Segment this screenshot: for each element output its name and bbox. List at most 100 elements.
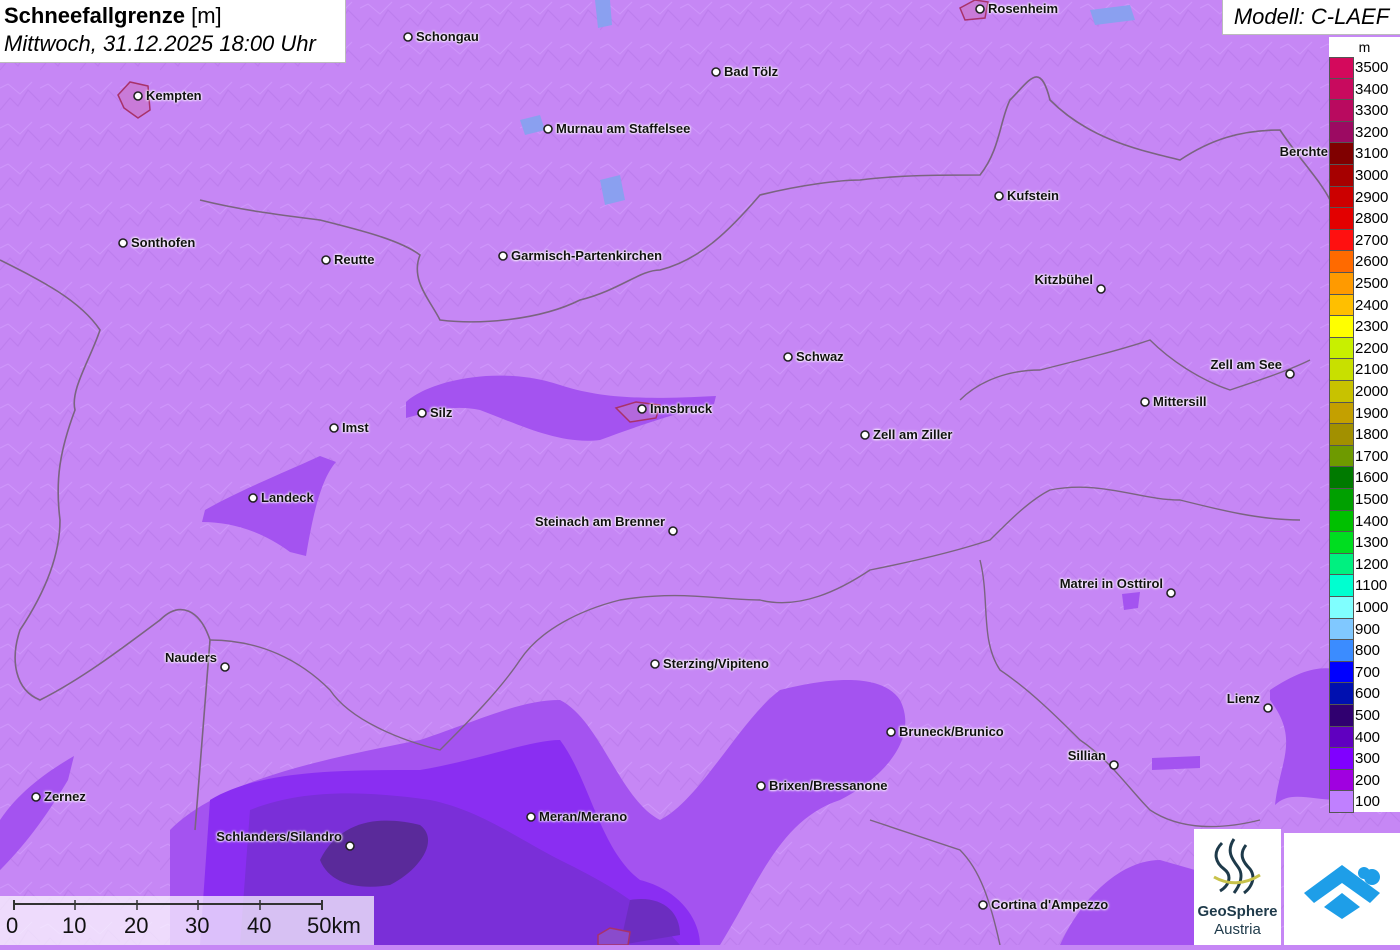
legend-swatch	[1329, 640, 1354, 662]
city-marker-silz[interactable]	[417, 408, 427, 418]
city-label-landeck[interactable]: Landeck	[261, 490, 314, 505]
city-marker-bad-t-lz[interactable]	[711, 67, 721, 77]
legend-swatch	[1329, 337, 1354, 360]
city-marker-sonthofen[interactable]	[118, 238, 128, 248]
title-box: Schneefallgrenze [m] Mittwoch, 31.12.202…	[0, 0, 346, 63]
city-label-rosenheim[interactable]: Rosenheim	[988, 1, 1058, 16]
city-label-zernez[interactable]: Zernez	[44, 789, 86, 804]
city-label-zell-am-ziller[interactable]: Zell am Ziller	[873, 427, 952, 442]
legend-level-2900: 2900	[1329, 186, 1400, 209]
city-marker-cortina-d-ampezzo[interactable]	[978, 900, 988, 910]
weather-app-logo[interactable]	[1284, 833, 1400, 945]
city-label-reutte[interactable]: Reutte	[334, 252, 374, 267]
legend-level-100: 100	[1329, 791, 1400, 813]
legend-swatch	[1329, 294, 1354, 317]
legend-label: 900	[1355, 620, 1381, 638]
legend-swatch	[1329, 467, 1354, 489]
city-label-sterzing-vipiteno[interactable]: Sterzing/Vipiteno	[663, 656, 769, 671]
scale-tick-0: 0	[6, 913, 19, 938]
city-label-sonthofen[interactable]: Sonthofen	[131, 235, 195, 250]
city-label-bruneck-brunico[interactable]: Bruneck/Brunico	[899, 724, 1004, 739]
city-label-schwaz[interactable]: Schwaz	[796, 349, 844, 364]
city-marker-garmisch-partenkirchen[interactable]	[498, 251, 508, 261]
city-marker-steinach-am-brenner[interactable]	[668, 526, 678, 536]
legend-swatch	[1329, 316, 1354, 338]
legend-swatch	[1329, 229, 1354, 252]
legend-level-600: 600	[1329, 683, 1400, 705]
city-label-murnau-am-staffelsee[interactable]: Murnau am Staffelsee	[556, 121, 690, 136]
city-marker-landeck[interactable]	[248, 493, 258, 503]
legend-swatch	[1329, 143, 1354, 165]
legend-level-3400: 3400	[1329, 78, 1400, 101]
city-marker-rosenheim[interactable]	[975, 4, 985, 14]
legend-level-1100: 1100	[1329, 575, 1400, 597]
legend-swatch	[1329, 769, 1354, 792]
city-marker-schwaz[interactable]	[783, 352, 793, 362]
city-label-steinach-am-brenner[interactable]: Steinach am Brenner	[535, 514, 665, 529]
city-label-zell-am-see[interactable]: Zell am See	[1210, 357, 1282, 372]
city-label-silz[interactable]: Silz	[430, 405, 452, 420]
city-label-garmisch-partenkirchen[interactable]: Garmisch-Partenkirchen	[511, 248, 662, 263]
city-marker-lienz[interactable]	[1263, 703, 1273, 713]
legend-level-2700: 2700	[1329, 229, 1400, 252]
city-label-matrei-in-osttirol[interactable]: Matrei in Osttirol	[1060, 576, 1163, 591]
legend-label: 1800	[1355, 426, 1389, 444]
legend-swatch	[1329, 121, 1354, 144]
city-marker-schongau[interactable]	[403, 32, 413, 42]
city-label-cortina-d-ampezzo[interactable]: Cortina d'Ampezzo	[991, 897, 1108, 912]
city-marker-schlanders-silandro[interactable]	[345, 841, 355, 851]
city-marker-meran-merano[interactable]	[526, 812, 536, 822]
city-marker-zernez[interactable]	[31, 792, 41, 802]
city-marker-sillian[interactable]	[1109, 760, 1119, 770]
geosphere-logo-icon	[1213, 838, 1261, 895]
legend-label: 2700	[1355, 231, 1389, 249]
city-marker-matrei-in-osttirol[interactable]	[1166, 588, 1176, 598]
city-label-kitzb-hel[interactable]: Kitzbühel	[1035, 272, 1094, 287]
city-label-nauders[interactable]: Nauders	[165, 650, 217, 665]
city-marker-imst[interactable]	[329, 423, 339, 433]
city-label-imst[interactable]: Imst	[342, 420, 369, 435]
scale-tick-10: 10	[62, 913, 87, 938]
legend-label: 2200	[1355, 339, 1389, 357]
legend-level-1700: 1700	[1329, 445, 1400, 468]
city-marker-murnau-am-staffelsee[interactable]	[543, 124, 553, 134]
city-label-schongau[interactable]: Schongau	[416, 29, 479, 44]
geosphere-logo[interactable]: GeoSphere Austria	[1194, 829, 1281, 945]
legend-level-2000: 2000	[1329, 381, 1400, 403]
city-label-berchte[interactable]: Berchte	[1280, 144, 1328, 159]
city-marker-kitzb-hel[interactable]	[1096, 284, 1106, 294]
city-label-lienz[interactable]: Lienz	[1227, 691, 1260, 706]
city-label-sillian[interactable]: Sillian	[1068, 748, 1106, 763]
city-marker-kempten[interactable]	[133, 91, 143, 101]
legend-level-1900: 1900	[1329, 402, 1400, 425]
snowfall-limit-map[interactable]	[0, 0, 1400, 945]
city-marker-reutte[interactable]	[321, 255, 331, 265]
scale-bar: 0 10 20 30 40 50km	[0, 896, 374, 945]
city-label-brixen-bressanone[interactable]: Brixen/Bressanone	[769, 778, 888, 793]
legend-level-3100: 3100	[1329, 143, 1400, 165]
legend-swatch	[1329, 489, 1354, 511]
legend-swatch	[1329, 445, 1354, 468]
city-label-mittersill[interactable]: Mittersill	[1153, 394, 1206, 409]
legend-label: 3000	[1355, 167, 1389, 184]
city-marker-innsbruck[interactable]	[637, 404, 647, 414]
city-marker-zell-am-ziller[interactable]	[860, 430, 870, 440]
scale-tick-20: 20	[124, 913, 149, 938]
city-label-kempten[interactable]: Kempten	[146, 88, 202, 103]
city-marker-sterzing-vipiteno[interactable]	[650, 659, 660, 669]
legend-swatch	[1329, 424, 1354, 446]
title-variable: Schneefallgrenze	[4, 3, 185, 28]
city-label-innsbruck[interactable]: Innsbruck	[650, 401, 712, 416]
city-label-kufstein[interactable]: Kufstein	[1007, 188, 1059, 203]
city-marker-bruneck-brunico[interactable]	[886, 727, 896, 737]
city-label-schlanders-silandro[interactable]: Schlanders/Silandro	[216, 829, 342, 844]
city-marker-nauders[interactable]	[220, 662, 230, 672]
city-marker-brixen-bressanone[interactable]	[756, 781, 766, 791]
city-marker-kufstein[interactable]	[994, 191, 1004, 201]
legend-level-2800: 2800	[1329, 208, 1400, 230]
city-marker-mittersill[interactable]	[1140, 397, 1150, 407]
city-marker-zell-am-see[interactable]	[1285, 369, 1295, 379]
city-label-meran-merano[interactable]: Meran/Merano	[539, 809, 627, 824]
legend-unit: m	[1358, 39, 1371, 55]
city-label-bad-t-lz[interactable]: Bad Tölz	[724, 64, 778, 79]
